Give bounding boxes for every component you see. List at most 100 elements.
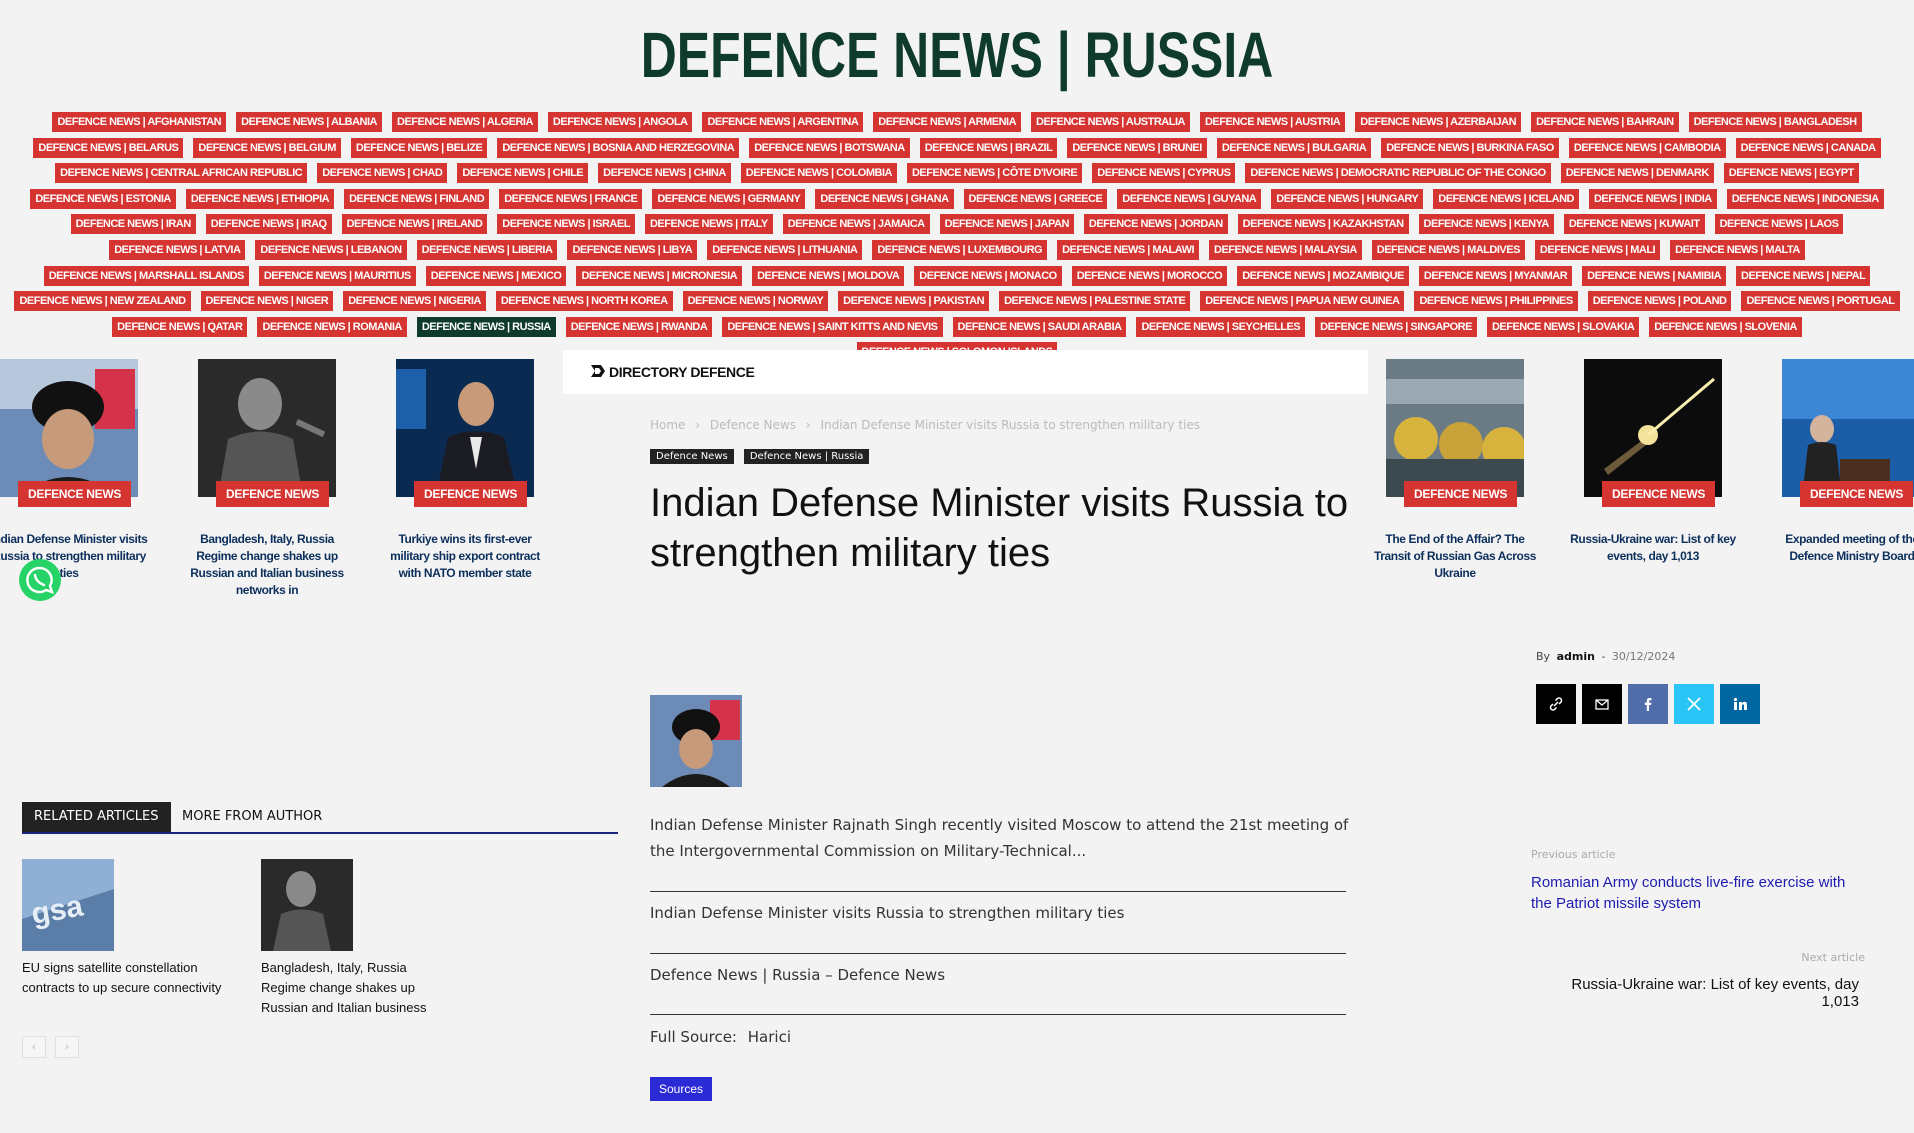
carousel-caption[interactable]: Russia-Ukraine war: List of key events, … (1570, 531, 1736, 565)
category-badge[interactable]: DEFENCE NEWS (1800, 481, 1914, 507)
country-nav-link[interactable]: DEFENCE NEWS | LIBERIA (416, 239, 558, 260)
country-nav-link[interactable]: DEFENCE NEWS | IRELAND (341, 214, 488, 235)
country-nav-link[interactable]: DEFENCE NEWS | MALAWI (1057, 239, 1200, 260)
next-article-link[interactable]: Russia-Ukraine war: List of key events, … (1531, 976, 1859, 1010)
related-prev-button[interactable]: ‹ (22, 1036, 46, 1058)
copy-link-button[interactable] (1536, 684, 1576, 724)
country-nav-link[interactable]: DEFENCE NEWS | CENTRAL AFRICAN REPUBLIC (55, 163, 308, 184)
country-nav-link[interactable]: DEFENCE NEWS | NEW ZEALAND (14, 291, 191, 312)
carousel-image[interactable] (198, 359, 336, 497)
country-nav-link[interactable]: DEFENCE NEWS | DEMOCRATIC REPUBLIC OF TH… (1245, 163, 1551, 184)
carousel-caption[interactable]: Turkiye wins its first-ever military shi… (382, 531, 548, 582)
country-nav-link[interactable]: DEFENCE NEWS | NAMIBIA (1582, 265, 1727, 286)
email-share-button[interactable] (1582, 684, 1622, 724)
country-nav-link[interactable]: DEFENCE NEWS | MOROCCO (1071, 265, 1228, 286)
country-nav-link[interactable]: DEFENCE NEWS | NIGER (200, 291, 334, 312)
country-nav-link[interactable]: DEFENCE NEWS | ARGENTINA (702, 112, 864, 132)
tag-defence-news-russia[interactable]: Defence News | Russia (743, 449, 870, 464)
country-nav-link[interactable]: DEFENCE NEWS | MALAYSIA (1209, 239, 1362, 260)
country-nav-link[interactable]: DEFENCE NEWS | INDIA (1588, 188, 1717, 209)
related-next-button[interactable]: › (55, 1036, 79, 1058)
carousel-caption[interactable]: The End of the Affair? The Transit of Ru… (1372, 531, 1538, 582)
carousel-caption[interactable]: Bangladesh, Italy, Russia Regime change … (184, 531, 350, 599)
tag-defence-news[interactable]: Defence News (650, 449, 734, 464)
country-nav-link[interactable]: DEFENCE NEWS | MALI (1534, 239, 1661, 260)
country-nav-link[interactable]: DEFENCE NEWS | MOLDOVA (752, 265, 905, 286)
country-nav-link[interactable]: DEFENCE NEWS | INDONESIA (1726, 188, 1884, 209)
country-nav-link[interactable]: DEFENCE NEWS | QATAR (112, 316, 248, 337)
country-nav-link[interactable]: DEFENCE NEWS | BELGIUM (193, 137, 341, 158)
country-nav-link[interactable]: DEFENCE NEWS | CHINA (598, 163, 731, 184)
whatsapp-icon[interactable] (18, 558, 62, 602)
related-image[interactable]: gsa (22, 859, 114, 951)
sources-button[interactable]: Sources (650, 1077, 713, 1101)
author-link[interactable]: admin (1557, 650, 1595, 663)
country-nav-link[interactable]: DEFENCE NEWS | PALESTINE STATE (999, 291, 1191, 312)
carousel-caption[interactable]: Expanded meeting of the Defence Ministry… (1782, 531, 1914, 565)
country-nav-link[interactable]: DEFENCE NEWS | ROMANIA (257, 316, 407, 337)
country-nav-link[interactable]: DEFENCE NEWS | AUSTRIA (1199, 112, 1346, 132)
directory-label[interactable]: DIRECTORY DEFENCE (609, 364, 755, 380)
country-nav-link[interactable]: DEFENCE NEWS | GHANA (815, 188, 954, 209)
country-nav-link[interactable]: DEFENCE NEWS | GERMANY (652, 188, 806, 209)
country-nav-link[interactable]: DEFENCE NEWS | LUXEMBOURG (872, 239, 1048, 260)
country-nav-link[interactable]: DEFENCE NEWS | JAMAICA (782, 214, 930, 235)
country-nav-link[interactable]: DEFENCE NEWS | PAKISTAN (838, 291, 990, 312)
country-nav-link[interactable]: DEFENCE NEWS | MOZAMBIQUE (1237, 265, 1409, 286)
carousel-image[interactable] (0, 359, 138, 497)
country-nav-link[interactable]: DEFENCE NEWS | AZERBAIJAN (1355, 112, 1522, 132)
country-nav-link[interactable]: DEFENCE NEWS | SEYCHELLES (1136, 316, 1306, 337)
country-nav-link[interactable]: DEFENCE NEWS | CHAD (317, 163, 448, 184)
country-nav-link[interactable]: DEFENCE NEWS | KAZAKHSTAN (1237, 214, 1409, 235)
breadcrumb-home[interactable]: Home (650, 418, 685, 432)
country-nav-link[interactable]: DEFENCE NEWS | BOSNIA AND HERZEGOVINA (497, 137, 740, 158)
category-badge[interactable]: DEFENCE NEWS (1602, 481, 1716, 507)
country-nav-link[interactable]: DEFENCE NEWS | DENMARK (1560, 163, 1714, 184)
country-nav-link[interactable]: DEFENCE NEWS | NORTH KOREA (495, 291, 673, 312)
country-nav-link[interactable]: DEFENCE NEWS | PHILIPPINES (1414, 291, 1578, 312)
country-nav-link[interactable]: DEFENCE NEWS | MYANMAR (1418, 265, 1573, 286)
country-nav-link[interactable]: DEFENCE NEWS | ANGOLA (547, 112, 693, 132)
site-title[interactable]: DEFENCE NEWS | RUSSIA (211, 18, 1704, 92)
country-nav-link[interactable]: DEFENCE NEWS | BAHRAIN (1531, 112, 1679, 132)
category-badge[interactable]: DEFENCE NEWS (414, 481, 528, 507)
carousel-image[interactable] (1386, 359, 1524, 497)
country-nav-link[interactable]: DEFENCE NEWS | BRAZIL (919, 137, 1058, 158)
country-nav-link[interactable]: DEFENCE NEWS | MEXICO (425, 265, 567, 286)
country-nav-link[interactable]: DEFENCE NEWS | BRUNEI (1067, 137, 1207, 158)
country-nav-link[interactable]: DEFENCE NEWS | CAMBODIA (1568, 137, 1726, 158)
country-nav-link[interactable]: DEFENCE NEWS | POLAND (1587, 291, 1732, 312)
country-nav-link[interactable]: DEFENCE NEWS | IRAN (70, 214, 196, 235)
carousel-image[interactable] (1584, 359, 1722, 497)
country-nav-link[interactable]: DEFENCE NEWS | CANADA (1735, 137, 1881, 158)
country-nav-link[interactable]: DEFENCE NEWS | KENYA (1418, 214, 1554, 235)
country-nav-link[interactable]: DEFENCE NEWS | MALDIVES (1371, 239, 1525, 260)
country-nav-link[interactable]: DEFENCE NEWS | MICRONESIA (576, 265, 743, 286)
country-nav-link[interactable]: DEFENCE NEWS | BOTSWANA (749, 137, 910, 158)
article-link-title[interactable]: Indian Defense Minister visits Russia to… (650, 904, 1124, 922)
country-nav-link[interactable]: DEFENCE NEWS | ITALY (644, 214, 773, 235)
country-nav-link[interactable]: DEFENCE NEWS | ICELAND (1433, 188, 1579, 209)
country-nav-link[interactable]: DEFENCE NEWS | MONACO (914, 265, 1062, 286)
country-nav-link[interactable]: DEFENCE NEWS | CHILE (457, 163, 589, 184)
country-nav-link[interactable]: DEFENCE NEWS | CYPRUS (1092, 163, 1236, 184)
country-nav-link[interactable]: DEFENCE NEWS | AFGHANISTAN (52, 112, 227, 132)
country-nav-link[interactable]: DEFENCE NEWS | JAPAN (939, 214, 1074, 235)
country-nav-link[interactable]: DEFENCE NEWS | PORTUGAL (1741, 291, 1900, 312)
country-nav-link[interactable]: DEFENCE NEWS | ARMENIA (873, 112, 1022, 132)
country-nav-link[interactable]: DEFENCE NEWS | RWANDA (565, 316, 713, 337)
country-nav-link[interactable]: DEFENCE NEWS | SINGAPORE (1315, 316, 1477, 337)
facebook-share-button[interactable] (1628, 684, 1668, 724)
country-nav-link[interactable]: DEFENCE NEWS | GUYANA (1117, 188, 1262, 209)
country-nav-link[interactable]: DEFENCE NEWS | ISRAEL (497, 214, 635, 235)
country-nav-link[interactable]: DEFENCE NEWS | SAINT KITTS AND NEVIS (722, 316, 943, 337)
country-nav-link[interactable]: DEFENCE NEWS | CÔTE D'IVOIRE (906, 163, 1083, 184)
country-nav-link[interactable]: DEFENCE NEWS | ETHIOPIA (185, 188, 335, 209)
country-nav-link[interactable]: DEFENCE NEWS | GREECE (963, 188, 1108, 209)
country-nav-link[interactable]: DEFENCE NEWS | NIGERIA (343, 291, 486, 312)
directory-bar[interactable]: DIRECTORY DEFENCE (563, 350, 1368, 394)
article-image[interactable] (650, 695, 742, 787)
country-nav-link[interactable]: DEFENCE NEWS | LITHUANIA (707, 239, 863, 260)
country-nav-link[interactable]: DEFENCE NEWS | FINLAND (344, 188, 490, 209)
country-nav-link[interactable]: DEFENCE NEWS | COLOMBIA (740, 163, 897, 184)
